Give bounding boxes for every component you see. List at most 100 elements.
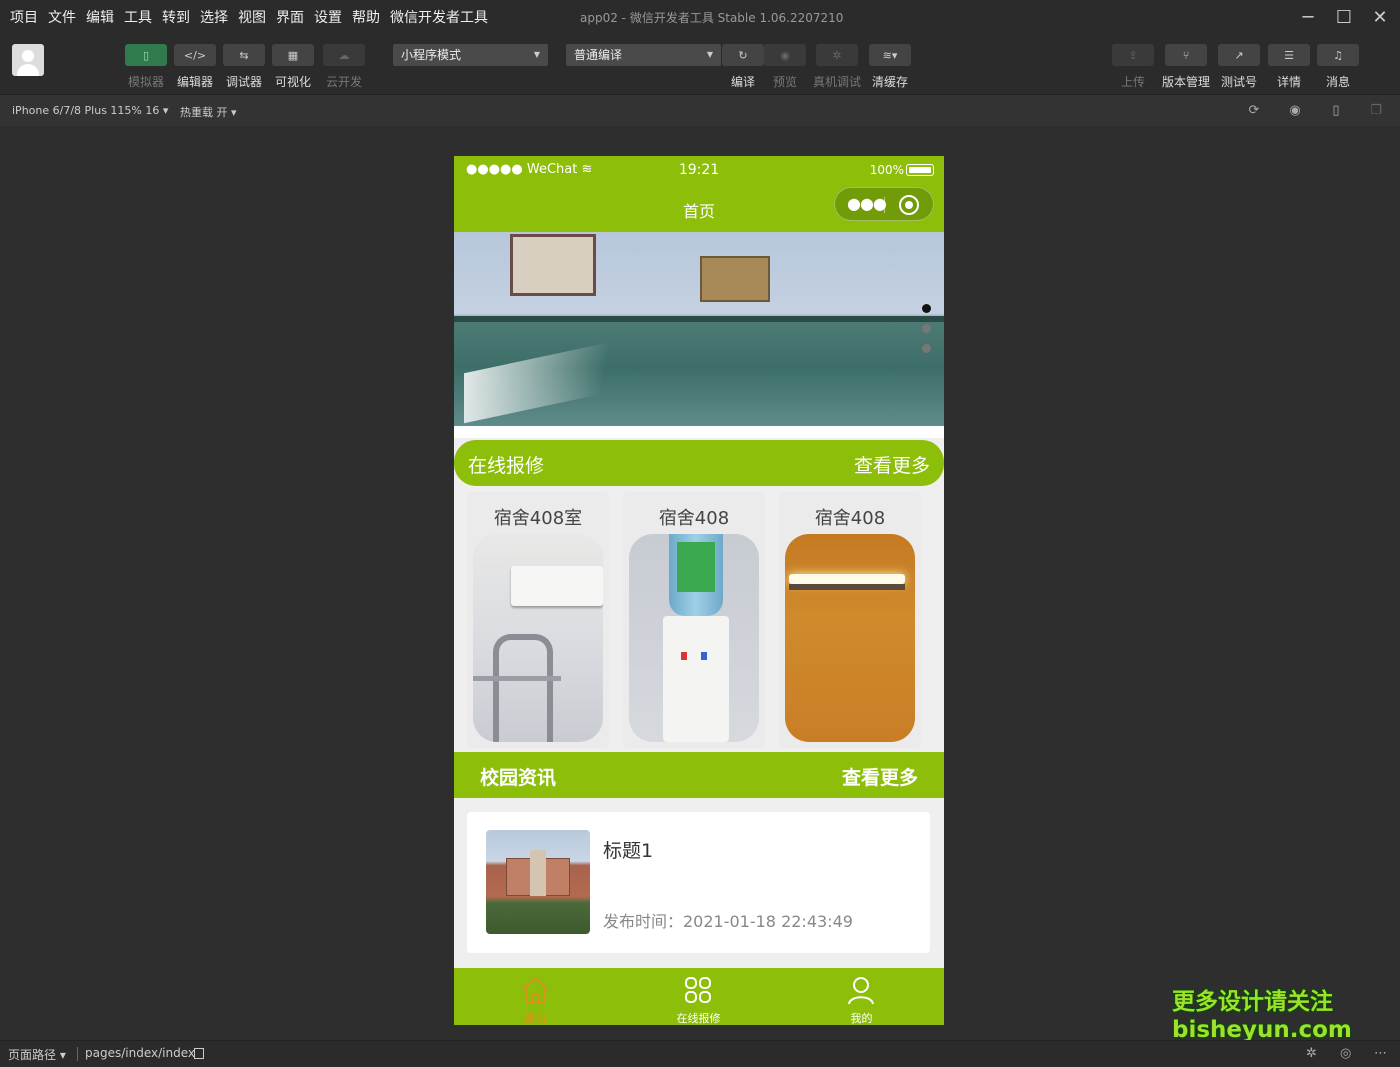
status-battery-text: 100% xyxy=(869,163,904,177)
phone-icon: ▯ xyxy=(142,48,150,62)
bug-icon: ✲ xyxy=(832,48,842,62)
menu-view[interactable]: 视图 xyxy=(238,7,266,27)
navigation-bar: ●●●●● WeChat ≋ 19:21 100% 首页 ●●● xyxy=(454,156,944,232)
visual-button[interactable]: ▦ xyxy=(272,44,314,66)
menu-list: 项目 文件 编辑 工具 转到 选择 视图 界面 设置 帮助 微信开发者工具 xyxy=(0,7,498,27)
preview-label: 预览 xyxy=(772,75,797,89)
window-title: app02 - 微信开发者工具 Stable 1.06.2207210 xyxy=(580,11,844,25)
news-section-title: 校园资讯 xyxy=(480,767,557,789)
upload-icon: ⇪ xyxy=(1128,48,1138,62)
tab-repair-label: 在线报修 xyxy=(676,1012,721,1025)
repair-card-title: 宿舍408室 xyxy=(493,508,583,529)
tab-home[interactable]: 首页 xyxy=(454,968,617,1025)
close-icon[interactable]: ✕ xyxy=(1362,0,1398,34)
news-title: 标题1 xyxy=(603,840,654,862)
swiper-dot[interactable] xyxy=(922,304,931,313)
repair-card-image xyxy=(473,534,603,742)
menu-settings[interactable]: 设置 xyxy=(314,7,342,27)
menu-icon: ☰ xyxy=(1284,48,1294,62)
cloud-icon: ☁ xyxy=(338,48,350,62)
compile-button[interactable]: ↻ xyxy=(722,44,764,66)
repair-card[interactable]: 宿舍408室 xyxy=(467,492,609,748)
menu-edit[interactable]: 编辑 xyxy=(86,7,114,27)
battery-icon xyxy=(906,164,934,176)
tab-mine[interactable]: 我的 xyxy=(780,968,943,1025)
compile-select-value: 普通编译 xyxy=(574,48,623,62)
banner-swiper[interactable] xyxy=(454,232,944,426)
bell-icon: ♫ xyxy=(1333,48,1343,62)
layers-icon: ≋▾ xyxy=(882,48,898,62)
home-icon xyxy=(522,976,548,1003)
phone-icon[interactable]: ▯ xyxy=(1328,103,1344,119)
layout-icon: ▦ xyxy=(287,48,299,62)
refresh-icon: ↻ xyxy=(738,48,748,62)
status-bar: 页面路径 ▾ pages/index/index ✲ ◎ ⋯ xyxy=(0,1040,1400,1067)
news-item[interactable]: 标题1 发布时间：2021-01-18 22:43:49 xyxy=(467,812,930,953)
tab-home-label: 首页 xyxy=(524,1012,547,1025)
clear-cache-label: 清缓存 xyxy=(871,75,908,89)
news-more-link[interactable]: 查看更多 xyxy=(842,763,918,790)
menu-file[interactable]: 文件 xyxy=(48,7,76,27)
menu-goto[interactable]: 转到 xyxy=(162,7,190,27)
repair-more-link[interactable]: 查看更多 xyxy=(854,451,930,478)
repair-section-header: 在线报修 查看更多 xyxy=(454,440,944,486)
version-label: 版本管理 xyxy=(1161,75,1210,89)
eye-icon: ◉ xyxy=(780,48,790,62)
debugger-button[interactable]: ⇆ xyxy=(223,44,265,66)
page-path-select[interactable]: 页面路径 ▾ xyxy=(8,1046,66,1063)
menu-devtools[interactable]: 微信开发者工具 xyxy=(390,7,488,27)
test-account-button[interactable]: ↗ xyxy=(1218,44,1260,66)
minimize-icon[interactable]: ─ xyxy=(1290,0,1326,34)
switch-icon: ⇆ xyxy=(239,48,249,62)
hot-reload-select[interactable]: 热重载 开 ▾ xyxy=(180,104,237,120)
rotate-icon[interactable]: ⟳ xyxy=(1246,103,1262,119)
remote-debug-button[interactable]: ✲ xyxy=(816,44,858,66)
eye-icon[interactable]: ◎ xyxy=(1340,1046,1351,1061)
avatar[interactable] xyxy=(12,44,44,76)
swiper-dot[interactable] xyxy=(922,324,931,333)
close-target-icon[interactable] xyxy=(899,195,919,215)
menu-tools[interactable]: 工具 xyxy=(124,7,152,27)
menu-interface[interactable]: 界面 xyxy=(276,7,304,27)
messages-button[interactable]: ♫ xyxy=(1317,44,1359,66)
record-icon[interactable]: ◉ xyxy=(1287,103,1303,119)
device-select[interactable]: iPhone 6/7/8 Plus 115% 16 ▾ xyxy=(12,104,168,117)
cloud-button[interactable]: ☁ xyxy=(323,44,365,66)
repair-card-image xyxy=(629,534,759,742)
copy-icon[interactable] xyxy=(194,1048,204,1059)
bug-icon[interactable]: ✲ xyxy=(1306,1046,1317,1061)
mode-select[interactable]: 小程序模式 ▼ xyxy=(393,44,548,66)
menu-help[interactable]: 帮助 xyxy=(352,7,380,27)
external-link-icon: ↗ xyxy=(1234,48,1244,62)
maximize-icon[interactable]: ☐ xyxy=(1326,0,1362,34)
simulator-bar: iPhone 6/7/8 Plus 115% 16 ▾ 热重载 开 ▾ ⟳ ◉ … xyxy=(0,94,1400,126)
watermark: 更多设计请关注 bisheyun.com xyxy=(1172,989,1352,1043)
window-icon[interactable]: ❐ xyxy=(1368,103,1384,119)
simulator-button[interactable]: ▯ xyxy=(125,44,167,66)
swiper-dot[interactable] xyxy=(922,344,931,353)
toolbar: ▯ 模拟器 </> 编辑器 ⇆ 调试器 ▦ 可视化 ☁ 云开发 小程序模式 ▼ … xyxy=(0,34,1400,94)
compile-select[interactable]: 普通编译 ▼ xyxy=(566,44,721,66)
repair-card[interactable]: 宿舍408 xyxy=(623,492,765,748)
news-thumbnail xyxy=(486,830,590,934)
clear-cache-button[interactable]: ≋▾ xyxy=(869,44,911,66)
banner-image-frame xyxy=(510,234,596,296)
capsule-menu: ●●● xyxy=(834,187,934,221)
upload-button[interactable]: ⇪ xyxy=(1112,44,1154,66)
preview-button[interactable]: ◉ xyxy=(764,44,806,66)
version-button[interactable]: ⑂ xyxy=(1165,44,1207,66)
grid-icon xyxy=(685,977,711,1003)
mode-select-value: 小程序模式 xyxy=(401,48,462,62)
menu-select[interactable]: 选择 xyxy=(200,7,228,27)
repair-card[interactable]: 宿舍408 xyxy=(779,492,921,748)
details-button[interactable]: ☰ xyxy=(1268,44,1310,66)
more-icon[interactable]: ●●● xyxy=(847,194,887,213)
news-date: 发布时间：2021-01-18 22:43:49 xyxy=(603,912,853,931)
more-icon[interactable]: ⋯ xyxy=(1374,1046,1387,1061)
menu-project[interactable]: 项目 xyxy=(10,7,38,27)
editor-button[interactable]: </> xyxy=(174,44,216,66)
repair-card-title: 宿舍408 xyxy=(814,508,886,529)
menu-bar: 项目 文件 编辑 工具 转到 选择 视图 界面 设置 帮助 微信开发者工具 ap… xyxy=(0,0,1400,34)
news-section-header: 校园资讯 查看更多 xyxy=(454,752,944,798)
tab-repair[interactable]: 在线报修 xyxy=(617,968,780,1025)
